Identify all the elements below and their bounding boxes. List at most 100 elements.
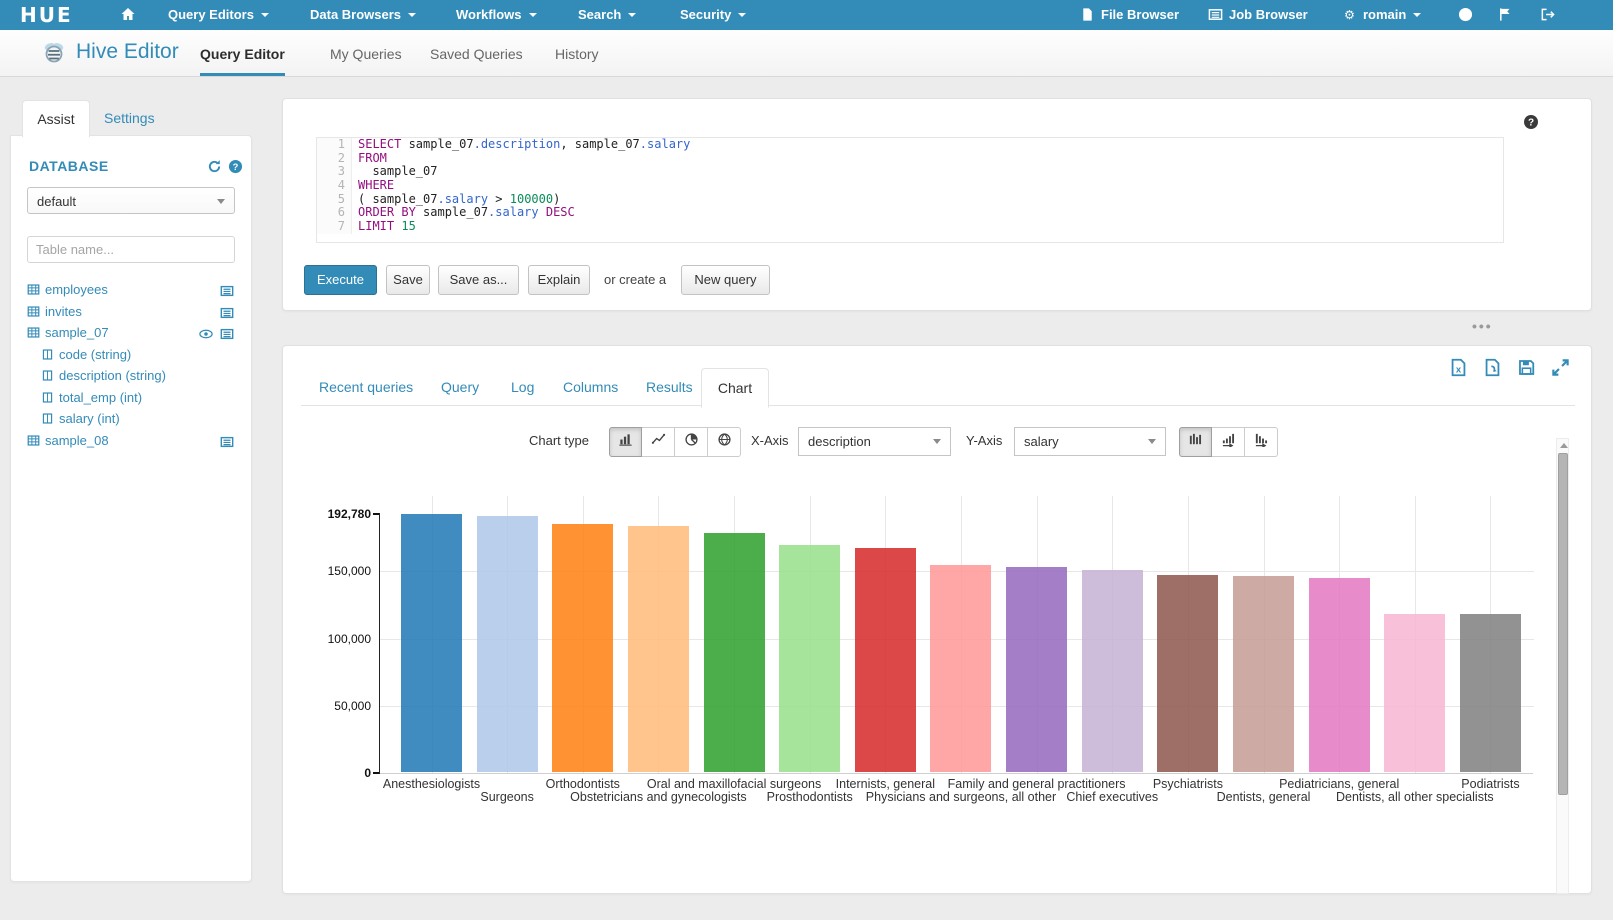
tab-chart[interactable]: Chart: [701, 368, 769, 408]
table-name: sample_07: [45, 325, 109, 340]
list-icon[interactable]: [220, 435, 234, 452]
bar-oral-and-maxillofacial-surgeons[interactable]: [704, 533, 765, 772]
column-item-salary[interactable]: salary (int): [41, 411, 249, 432]
home-icon[interactable]: [120, 6, 136, 27]
bar-orthodontists[interactable]: [552, 524, 613, 772]
column-item-description[interactable]: description (string): [41, 368, 249, 389]
table-item-sample-08[interactable]: sample_08: [27, 433, 235, 454]
chevron-down-icon: [408, 13, 416, 17]
sql-code: ORDER BY sample_07.salary DESC: [352, 205, 575, 219]
list-icon[interactable]: [220, 327, 234, 344]
top-navbar: HUE Query Editors Data Browsers Workflows S…: [0, 0, 1613, 30]
file-icon: [1080, 3, 1095, 33]
hue-screen: HUE Query EditorsData BrowsersWorkflowsS…: [0, 0, 1613, 920]
x-tick-label: Anesthesiologists: [383, 777, 480, 791]
sql-line-1: 1SELECT sample_07.description, sample_07…: [317, 138, 1503, 152]
table-icon: [27, 283, 40, 299]
bar-obstetricians-and-gynecologists[interactable]: [628, 526, 689, 772]
app-header: Hive Editor Query Editor My Queries Saved …: [0, 30, 1613, 77]
sql-line-6: 6ORDER BY sample_07.salary DESC: [317, 206, 1503, 220]
help-link[interactable]: ?: [1458, 0, 1479, 30]
table-item-sample-07[interactable]: sample_07: [27, 325, 235, 346]
bar-dentists-general[interactable]: [1233, 576, 1294, 772]
y-tick-label: 50,000: [309, 699, 371, 713]
x-tick-label: Oral and maxillofacial surgeons: [647, 777, 821, 791]
line-number: 5: [317, 193, 352, 207]
y-axis-line: [379, 513, 380, 774]
app-tab-my-queries[interactable]: My Queries: [330, 30, 402, 76]
bar-prosthodontists[interactable]: [779, 545, 840, 772]
bar-podiatrists[interactable]: [1460, 614, 1521, 772]
bar-family-and-general-practitioners[interactable]: [1006, 567, 1067, 772]
column-item-code[interactable]: code (string): [41, 347, 249, 368]
menu-workflows[interactable]: Workflows: [456, 0, 537, 30]
scrollbar-thumb[interactable]: [1558, 453, 1568, 795]
sign-out-link[interactable]: [1540, 0, 1561, 30]
table-filter-input[interactable]: [27, 236, 235, 263]
bar-physicians-and-surgeons-all-other[interactable]: [930, 565, 991, 772]
explain-button[interactable]: Explain: [528, 265, 590, 295]
new-query-button[interactable]: New query: [681, 265, 770, 295]
app-tab-saved-queries[interactable]: Saved Queries: [430, 30, 523, 76]
list-box-icon: [1208, 3, 1223, 33]
table-item-employees[interactable]: employees: [27, 282, 235, 303]
column-name: description (string): [59, 368, 166, 383]
menu-query-editors[interactable]: Query Editors: [168, 0, 269, 30]
sql-code: ( sample_07.salary > 100000): [352, 192, 560, 206]
x-tick-label: Physicians and surgeons, all other: [866, 790, 1056, 804]
x-tick-label: Family and general practitioners: [948, 777, 1126, 791]
y-tick-label: 192,780: [309, 507, 371, 521]
feedback-flag-link[interactable]: [1498, 0, 1519, 30]
hive-bee-icon: [42, 39, 66, 68]
bar-anesthesiologists[interactable]: [401, 514, 462, 772]
panel-resize-handle[interactable]: •••: [1472, 322, 1512, 334]
tab-settings[interactable]: Settings: [104, 100, 155, 136]
scroll-up-icon[interactable]: [1560, 443, 1568, 448]
flag-icon: [1498, 3, 1513, 33]
sql-editor[interactable]: 1SELECT sample_07.description, sample_07…: [316, 137, 1504, 243]
execute-button[interactable]: Execute: [304, 265, 377, 295]
database-select[interactable]: default: [27, 187, 235, 214]
menu-label: Search: [578, 7, 621, 22]
x-tick-label: Dentists, all other specialists: [1336, 790, 1494, 804]
column-icon: [41, 369, 54, 385]
eye-icon[interactable]: [199, 327, 213, 344]
app-tab-history[interactable]: History: [555, 30, 599, 76]
chevron-down-icon: [529, 13, 537, 17]
menu-search[interactable]: Search: [578, 0, 636, 30]
app-tab-query-editor[interactable]: Query Editor: [200, 30, 285, 76]
list-icon[interactable]: [220, 284, 234, 301]
bar-psychiatrists[interactable]: [1157, 575, 1218, 772]
table-item-invites[interactable]: invites: [27, 304, 235, 325]
svg-text:?: ?: [1463, 10, 1469, 20]
hue-logo[interactable]: HUE: [20, 0, 73, 30]
menu-security[interactable]: Security: [680, 0, 746, 30]
x-tick-label: Chief executives: [1066, 790, 1158, 804]
column-name: code (string): [59, 347, 131, 362]
assist-sidebar: DATABASE ? default employeesinvitessampl…: [10, 135, 252, 882]
user-menu[interactable]: ⚙romain: [1342, 0, 1421, 30]
results-panel: Recent queriesQueryLogColumnsResultsChar…: [282, 345, 1592, 894]
line-number: 1: [317, 138, 352, 152]
bar-chief-executives[interactable]: [1082, 570, 1143, 772]
job-browser-link[interactable]: Job Browser: [1208, 0, 1308, 30]
save-button[interactable]: Save: [386, 265, 430, 295]
refresh-icon[interactable]: [207, 159, 222, 179]
bar-internists-general[interactable]: [855, 548, 916, 772]
line-number: 7: [317, 220, 352, 234]
column-item-total-emp[interactable]: total_emp (int): [41, 390, 249, 411]
bar-pediatricians-general[interactable]: [1309, 578, 1370, 772]
table-name: invites: [45, 304, 82, 319]
file-browser-link[interactable]: File Browser: [1080, 0, 1179, 30]
column-icon: [41, 348, 54, 364]
list-icon[interactable]: [220, 306, 234, 323]
bar-surgeons[interactable]: [477, 516, 538, 772]
tab-assist[interactable]: Assist: [22, 100, 90, 137]
y-tick-label: 100,000: [309, 632, 371, 646]
menu-data-browsers[interactable]: Data Browsers: [310, 0, 416, 30]
save-as-button[interactable]: Save as...: [438, 265, 519, 295]
editor-help-icon[interactable]: ?: [1523, 114, 1539, 135]
help-icon[interactable]: ?: [228, 159, 243, 179]
bar-dentists-all-other-specialists[interactable]: [1384, 614, 1445, 772]
app-title: Hive Editor: [76, 40, 179, 64]
